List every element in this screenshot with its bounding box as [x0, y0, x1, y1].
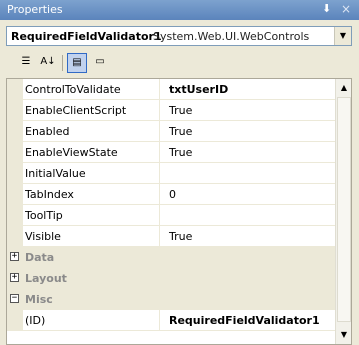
property-name: (ID) — [25, 314, 46, 327]
property-row[interactable]: (ID) RequiredFieldValidator1 — [7, 310, 335, 331]
alphabetical-button[interactable]: A↓ — [38, 53, 58, 73]
toolbar-separator — [62, 55, 63, 71]
property-row[interactable]: ControlToValidate txtUserID — [7, 79, 335, 100]
scroll-thumb[interactable] — [337, 97, 351, 322]
expand-icon[interactable]: + — [10, 273, 19, 282]
property-name: EnableClientScript — [25, 104, 127, 117]
property-name: ToolTip — [25, 209, 63, 222]
property-name: TabIndex — [25, 188, 74, 201]
property-name: InitialValue — [25, 167, 86, 180]
title-bar: Properties ⬇ × — [0, 0, 359, 20]
collapse-icon[interactable]: − — [10, 294, 19, 303]
property-name: ControlToValidate — [25, 83, 121, 96]
category-label: Data — [25, 251, 55, 264]
scroll-down-icon[interactable]: ▼ — [337, 327, 351, 343]
property-value[interactable]: RequiredFieldValidator1 — [169, 314, 320, 327]
object-selector[interactable]: RequiredFieldValidator1 System.Web.UI.We… — [6, 26, 352, 46]
categorized-button[interactable]: ☰ — [16, 53, 36, 73]
close-icon[interactable]: × — [341, 2, 351, 16]
vertical-scrollbar[interactable]: ▲ ▼ — [335, 79, 351, 344]
category-layout[interactable]: + Layout — [7, 268, 335, 289]
selected-object-type: System.Web.UI.WebControls — [153, 30, 310, 43]
property-value[interactable]: True — [169, 230, 192, 243]
property-name: EnableViewState — [25, 146, 118, 159]
chevron-down-icon[interactable]: ▼ — [334, 27, 351, 45]
selected-object-name: RequiredFieldValidator1 — [11, 30, 162, 43]
property-row[interactable]: Enabled True — [7, 121, 335, 142]
expand-icon[interactable]: + — [10, 252, 19, 261]
property-name: Enabled — [25, 125, 70, 138]
property-row[interactable]: EnableClientScript True — [7, 100, 335, 121]
events-view-button[interactable]: ▭ — [90, 53, 110, 73]
property-value[interactable]: 0 — [169, 188, 176, 201]
category-label: Misc — [25, 293, 53, 306]
property-value[interactable]: True — [169, 125, 192, 138]
properties-toolbar: ☰ A↓ ▤ ▭ — [0, 50, 359, 76]
property-row[interactable]: TabIndex 0 — [7, 184, 335, 205]
scroll-up-icon[interactable]: ▲ — [337, 80, 351, 96]
property-grid: ControlToValidate txtUserID EnableClient… — [6, 78, 352, 345]
category-label: Layout — [25, 272, 67, 285]
property-name: Visible — [25, 230, 61, 243]
category-data[interactable]: + Data — [7, 247, 335, 268]
category-misc[interactable]: − Misc — [7, 289, 335, 310]
properties-view-button[interactable]: ▤ — [67, 53, 87, 73]
property-value[interactable]: True — [169, 104, 192, 117]
property-row[interactable]: ToolTip — [7, 205, 335, 226]
property-row[interactable]: Visible True — [7, 226, 335, 247]
property-row[interactable]: InitialValue — [7, 163, 335, 184]
property-row[interactable]: EnableViewState True — [7, 142, 335, 163]
window-title: Properties — [7, 3, 63, 16]
property-value[interactable]: True — [169, 146, 192, 159]
property-value[interactable]: txtUserID — [169, 83, 228, 96]
pin-icon[interactable]: ⬇ — [322, 2, 331, 15]
